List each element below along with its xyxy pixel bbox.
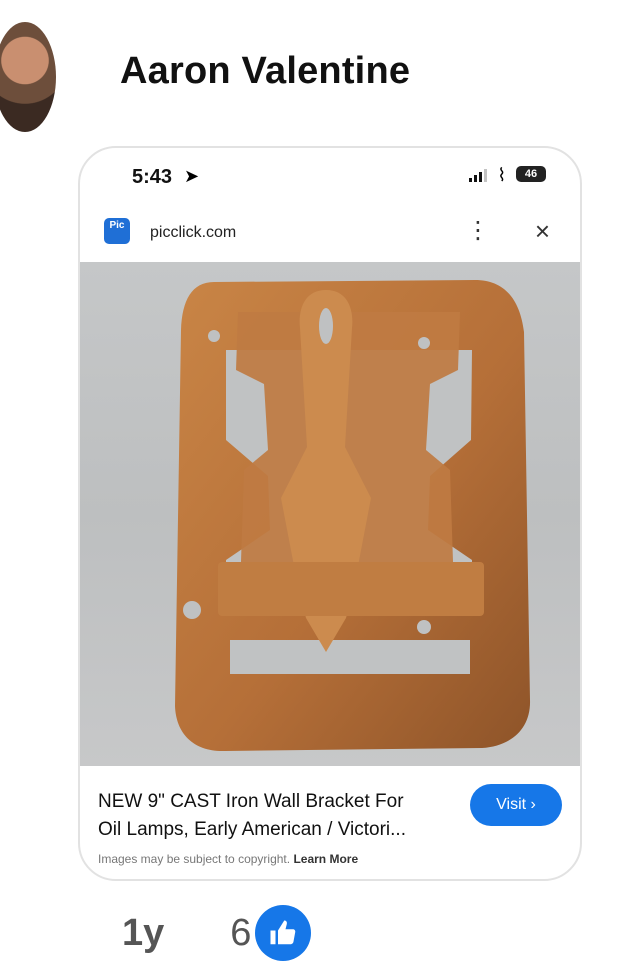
likes-summary[interactable]: 6	[230, 905, 312, 961]
battery-icon: 46	[516, 166, 546, 182]
product-title-line-1: NEW 9" CAST Iron Wall Bracket For	[98, 791, 404, 812]
avatar[interactable]	[0, 22, 56, 132]
author-name[interactable]: Aaron Valentine	[120, 50, 410, 93]
more-options-icon[interactable]: ⋮	[466, 216, 490, 245]
signal-icon	[469, 168, 488, 182]
copyright-note: Images may be subject to copyright. Lear…	[98, 852, 358, 866]
post-age[interactable]: 1y	[122, 912, 164, 955]
status-bar: 5:43 ➤ ⌇ 46	[80, 148, 580, 208]
learn-more-link[interactable]: Learn More	[293, 852, 358, 866]
product-title[interactable]: NEW 9" CAST Iron Wall Bracket For Oil La…	[98, 788, 448, 844]
site-domain[interactable]: picclick.com	[150, 224, 236, 242]
location-arrow-icon: ➤	[184, 166, 200, 186]
close-icon[interactable]: ×	[535, 216, 550, 247]
cast-iron-bracket-image	[175, 280, 531, 752]
shared-screenshot[interactable]: 5:43 ➤ ⌇ 46 Pic picclick.com ⋮ × NEW 9" …	[78, 146, 582, 881]
browser-toolbar: Pic picclick.com ⋮ ×	[80, 210, 580, 260]
product-title-line-2: Oil Lamps, Early American / Victori...	[98, 819, 406, 840]
post-meta: 1y 6	[122, 905, 312, 961]
status-icons: ⌇ 46	[469, 165, 546, 185]
product-image[interactable]	[80, 262, 580, 766]
like-count: 6	[230, 911, 252, 954]
site-icon: Pic	[104, 218, 130, 244]
visit-button[interactable]: Visit ›	[470, 784, 562, 826]
copyright-text: Images may be subject to copyright.	[98, 852, 291, 866]
thumbs-up-icon[interactable]	[255, 905, 312, 961]
wifi-icon: ⌇	[497, 165, 506, 185]
status-time: 5:43	[132, 166, 173, 188]
